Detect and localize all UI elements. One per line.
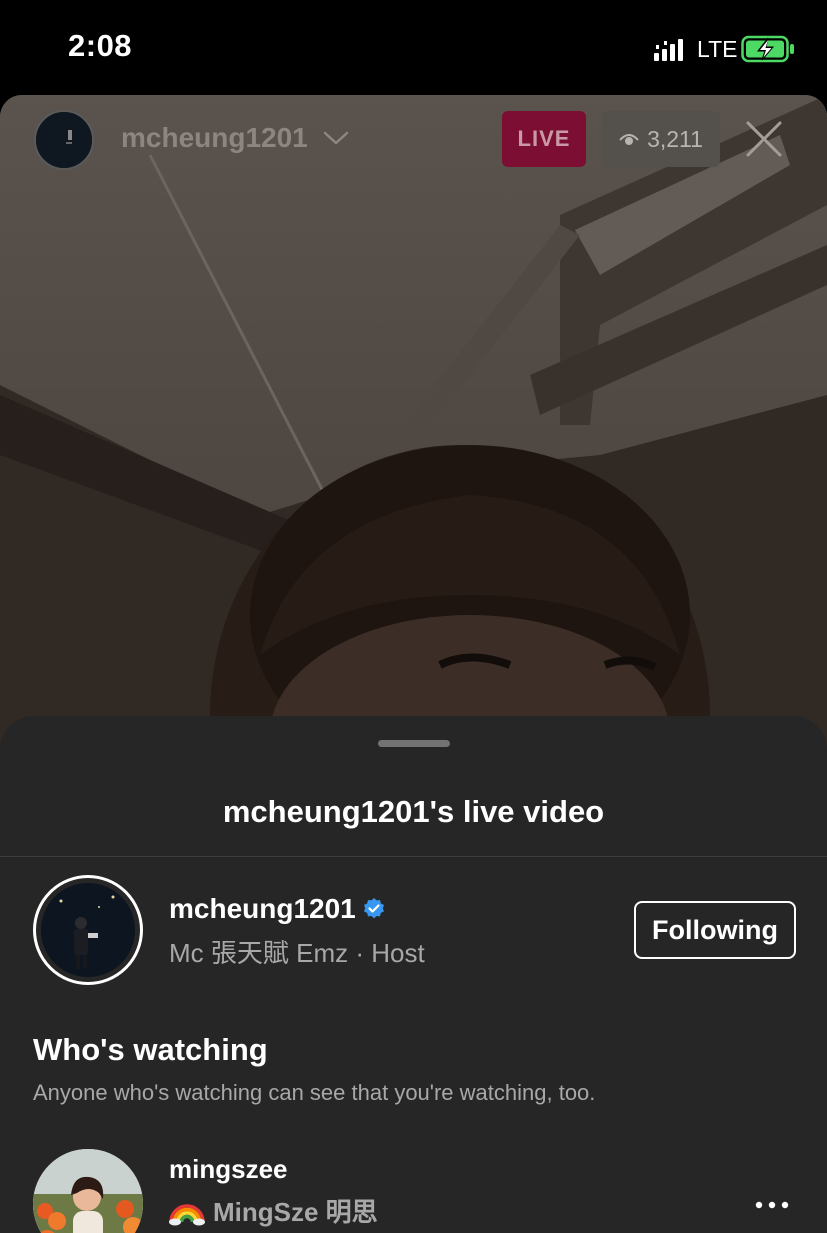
sheet-divider bbox=[0, 856, 827, 857]
viewer-count: 3,211 bbox=[647, 125, 703, 152]
host-avatar-photo bbox=[41, 883, 135, 977]
live-badge: LIVE bbox=[502, 111, 586, 167]
sheet-drag-handle[interactable] bbox=[378, 740, 450, 747]
rainbow-icon bbox=[169, 1203, 205, 1225]
viewer-fullname-row: MingSze 明思 bbox=[169, 1192, 378, 1229]
status-bar: 2:08 LTE bbox=[0, 0, 827, 95]
host-avatar-image bbox=[36, 112, 92, 168]
whos-watching-description: Anyone who's watching can see that you'r… bbox=[33, 1080, 596, 1105]
host-username-row: mcheung1201 bbox=[169, 893, 386, 925]
whos-watching-title: Who's watching bbox=[33, 1032, 268, 1067]
live-info-sheet: mcheung1201's live video mcheung1201 Mc … bbox=[0, 716, 827, 1233]
following-button[interactable]: Following bbox=[634, 901, 796, 959]
host-username-top[interactable]: mcheung1201 bbox=[121, 122, 308, 154]
live-video-player[interactable]: mcheung1201 LIVE 3,211 bbox=[0, 95, 827, 755]
network-label: LTE bbox=[697, 36, 738, 62]
video-dim-overlay bbox=[0, 95, 827, 755]
host-avatar-small[interactable] bbox=[34, 110, 94, 170]
host-username[interactable]: mcheung1201 bbox=[169, 893, 356, 925]
viewer-avatar-photo bbox=[33, 1149, 143, 1233]
battery-charging-icon bbox=[741, 35, 794, 63]
host-subtitle: Mc 張天賦 Emz · Host bbox=[169, 938, 425, 968]
host-avatar[interactable] bbox=[33, 875, 143, 985]
viewer-count-badge[interactable]: 3,211 bbox=[602, 111, 720, 167]
viewer-avatar[interactable] bbox=[33, 1149, 143, 1233]
live-video-screen: 2:08 LTE mcheung1201 LIVE 3,211 mcheung1… bbox=[0, 0, 827, 1233]
more-options-icon[interactable] bbox=[754, 1200, 790, 1210]
eye-icon bbox=[619, 134, 639, 145]
close-icon[interactable] bbox=[744, 119, 784, 159]
status-time: 2:08 bbox=[68, 28, 133, 63]
viewer-fullname: MingSze 明思 bbox=[213, 1197, 378, 1227]
signal-icon bbox=[654, 39, 683, 61]
viewer-username[interactable]: mingszee bbox=[169, 1154, 288, 1185]
sheet-title: mcheung1201's live video bbox=[222, 794, 605, 829]
chevron-down-icon[interactable] bbox=[322, 127, 350, 149]
verified-badge-icon bbox=[363, 898, 384, 919]
